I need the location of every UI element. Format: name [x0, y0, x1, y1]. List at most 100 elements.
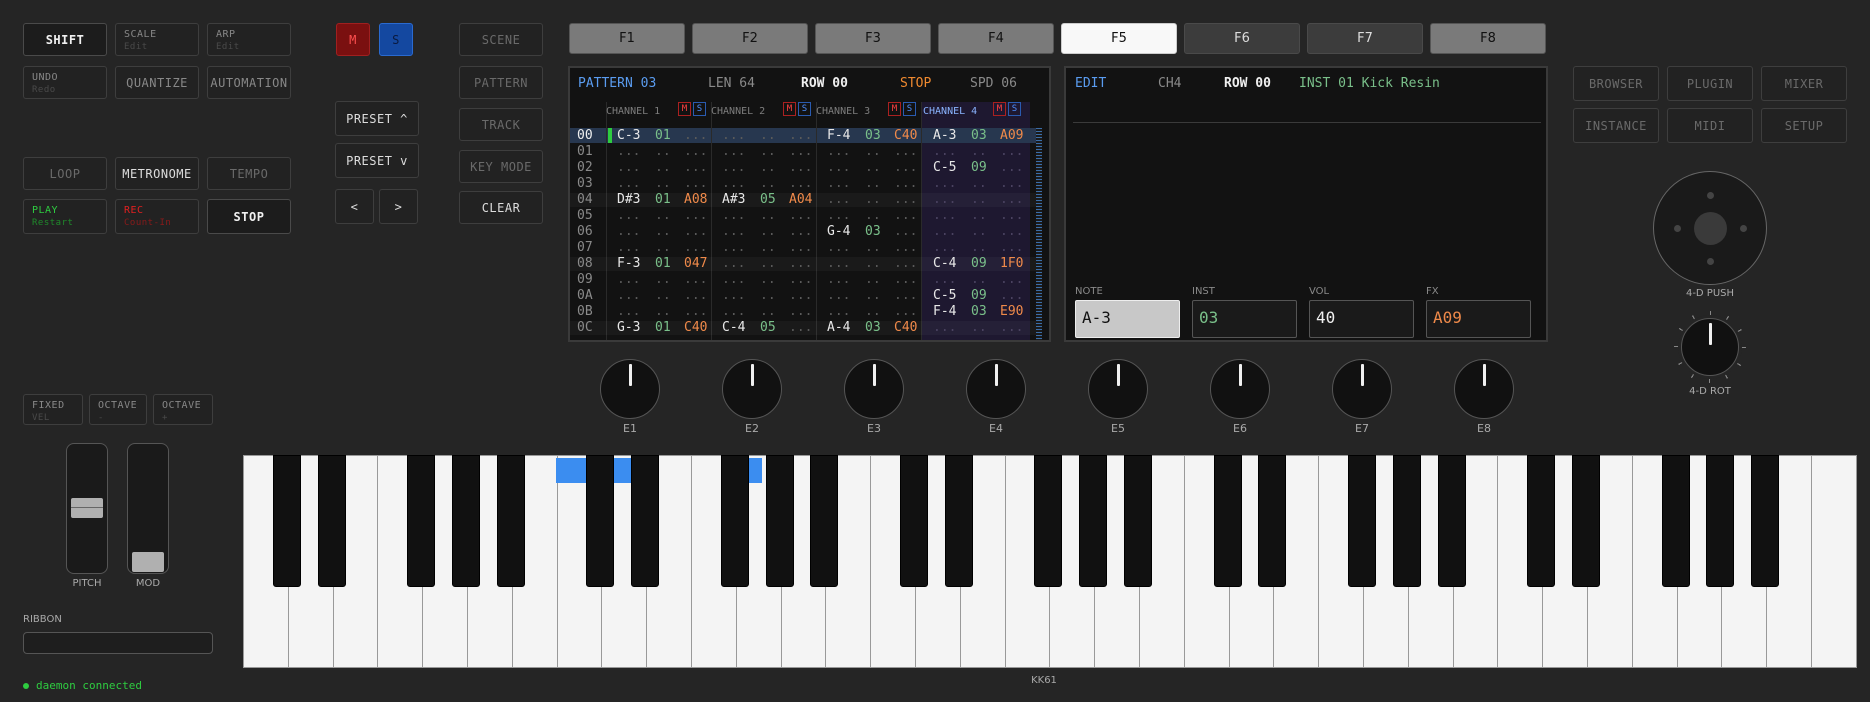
inst-cell[interactable]: 05 — [760, 193, 776, 207]
fx-cell[interactable]: ... — [1000, 209, 1023, 223]
fx-cell[interactable]: ... — [894, 241, 917, 255]
fx-cell[interactable]: ... — [894, 257, 917, 271]
note-cell[interactable]: ... — [827, 257, 850, 271]
fkey-f3[interactable]: F3 — [815, 23, 931, 54]
fx-cell[interactable]: ... — [894, 305, 917, 319]
pattern-row[interactable]: 01................................ — [570, 145, 1042, 159]
fkey-f6[interactable]: F6 — [1184, 23, 1300, 54]
inst-cell[interactable]: 03 — [971, 305, 987, 319]
note-cell[interactable]: C-4 — [722, 321, 745, 335]
fx-cell[interactable]: ... — [1000, 321, 1023, 335]
note-cell[interactable]: C-3 — [617, 129, 640, 143]
fx-cell[interactable]: ... — [684, 161, 707, 175]
black-key[interactable] — [1213, 455, 1242, 587]
quantize-button[interactable]: QUANTIZE — [115, 66, 199, 99]
pattern-row[interactable]: 00 C-3 01........... F-4 03 C40 A-3 03 A09 — [570, 129, 1042, 143]
inst-cell[interactable]: .. — [865, 209, 881, 223]
black-key[interactable] — [720, 455, 749, 587]
inst-cell[interactable]: .. — [971, 241, 987, 255]
black-key[interactable] — [1348, 455, 1376, 587]
fx-cell[interactable]: ... — [684, 209, 707, 223]
black-key[interactable] — [496, 455, 525, 587]
encoder-e6[interactable] — [1210, 359, 1270, 419]
inst-cell[interactable]: 09 — [971, 289, 987, 303]
note-cell[interactable]: ... — [722, 273, 745, 287]
inst-cell[interactable]: .. — [865, 241, 881, 255]
inst-cell[interactable]: 09 — [971, 257, 987, 271]
channel-3-solo[interactable]: S — [903, 102, 916, 116]
fx-cell[interactable]: ... — [894, 273, 917, 287]
inst-cell[interactable]: .. — [865, 289, 881, 303]
black-key[interactable] — [586, 455, 615, 587]
inst-field[interactable]: 03 — [1192, 300, 1297, 338]
fx-cell[interactable]: ... — [789, 225, 812, 239]
fx-cell[interactable]: ... — [1000, 289, 1023, 303]
inst-cell[interactable]: .. — [760, 257, 776, 271]
setup-button[interactable]: SETUP — [1761, 108, 1847, 143]
next-button[interactable]: > — [379, 189, 418, 224]
inst-cell[interactable]: .. — [760, 161, 776, 175]
note-cell[interactable]: ... — [617, 241, 640, 255]
note-cell[interactable]: ... — [933, 321, 956, 335]
fx-cell[interactable]: ... — [1000, 161, 1023, 175]
fx-cell[interactable]: ... — [789, 209, 812, 223]
black-key[interactable] — [631, 455, 660, 587]
channel-4-solo[interactable]: S — [1008, 102, 1021, 116]
fx-cell[interactable]: ... — [894, 161, 917, 175]
note-field[interactable]: A-3 — [1075, 300, 1180, 338]
note-cell[interactable]: ... — [722, 225, 745, 239]
note-cell[interactable]: ... — [722, 209, 745, 223]
inst-cell[interactable]: .. — [655, 289, 671, 303]
note-cell[interactable]: C-5 — [933, 289, 956, 303]
note-cell[interactable]: ... — [827, 305, 850, 319]
pitch-wheel[interactable] — [66, 443, 108, 574]
black-key[interactable] — [1751, 455, 1780, 587]
encoder-e2[interactable] — [722, 359, 782, 419]
note-cell[interactable]: ... — [827, 289, 850, 303]
note-cell[interactable]: A#3 — [722, 193, 745, 207]
inst-cell[interactable]: .. — [655, 305, 671, 319]
note-cell[interactable]: ... — [827, 273, 850, 287]
inst-cell[interactable]: .. — [655, 225, 671, 239]
black-key[interactable] — [1034, 455, 1063, 587]
black-key[interactable] — [944, 455, 973, 587]
channel-1-solo[interactable]: S — [693, 102, 706, 116]
inst-cell[interactable]: .. — [971, 273, 987, 287]
encoder-e4[interactable] — [966, 359, 1026, 419]
pattern-row[interactable]: 08 F-3 01 047................ C-4 09 1F0 — [570, 257, 1042, 271]
note-cell[interactable]: A-3 — [933, 129, 956, 143]
inst-cell[interactable]: .. — [971, 145, 987, 159]
note-cell[interactable]: ... — [722, 145, 745, 159]
fx-cell[interactable]: ... — [789, 273, 812, 287]
inst-cell[interactable]: .. — [760, 225, 776, 239]
black-key[interactable] — [1079, 455, 1108, 587]
pitch-wheel-handle[interactable] — [71, 498, 103, 518]
inst-cell[interactable]: .. — [760, 145, 776, 159]
pattern-row[interactable]: 02........................ C-5 09... — [570, 161, 1042, 175]
fx-cell[interactable]: ... — [789, 257, 812, 271]
note-cell[interactable]: ... — [933, 145, 956, 159]
fx-cell[interactable]: ... — [789, 161, 812, 175]
pattern-row[interactable]: 0A........................ C-5 09... — [570, 289, 1042, 303]
mod-wheel-handle[interactable] — [132, 552, 164, 572]
inst-cell[interactable]: .. — [655, 177, 671, 191]
channel-4-mute[interactable]: M — [993, 102, 1006, 116]
midi-button[interactable]: MIDI — [1667, 108, 1753, 143]
fkey-f4[interactable]: F4 — [938, 23, 1054, 54]
black-key[interactable] — [1258, 455, 1287, 587]
inst-cell[interactable]: .. — [760, 241, 776, 255]
inst-cell[interactable]: 03 — [865, 225, 881, 239]
note-cell[interactable]: ... — [933, 193, 956, 207]
fx-cell[interactable]: ... — [1000, 241, 1023, 255]
note-cell[interactable]: F-4 — [827, 129, 850, 143]
inst-cell[interactable]: 09 — [971, 161, 987, 175]
pattern-row[interactable]: 0B........................ F-4 03 E90 — [570, 305, 1042, 319]
note-cell[interactable]: ... — [933, 209, 956, 223]
fx-cell[interactable]: A08 — [684, 193, 707, 207]
preset-up-button[interactable]: PRESET ^ — [335, 101, 419, 136]
note-cell[interactable]: ... — [722, 305, 745, 319]
fx-cell[interactable]: ... — [789, 145, 812, 159]
inst-cell[interactable]: .. — [865, 177, 881, 191]
fx-cell[interactable]: A04 — [789, 193, 812, 207]
four-d-encoder[interactable] — [1653, 171, 1767, 285]
